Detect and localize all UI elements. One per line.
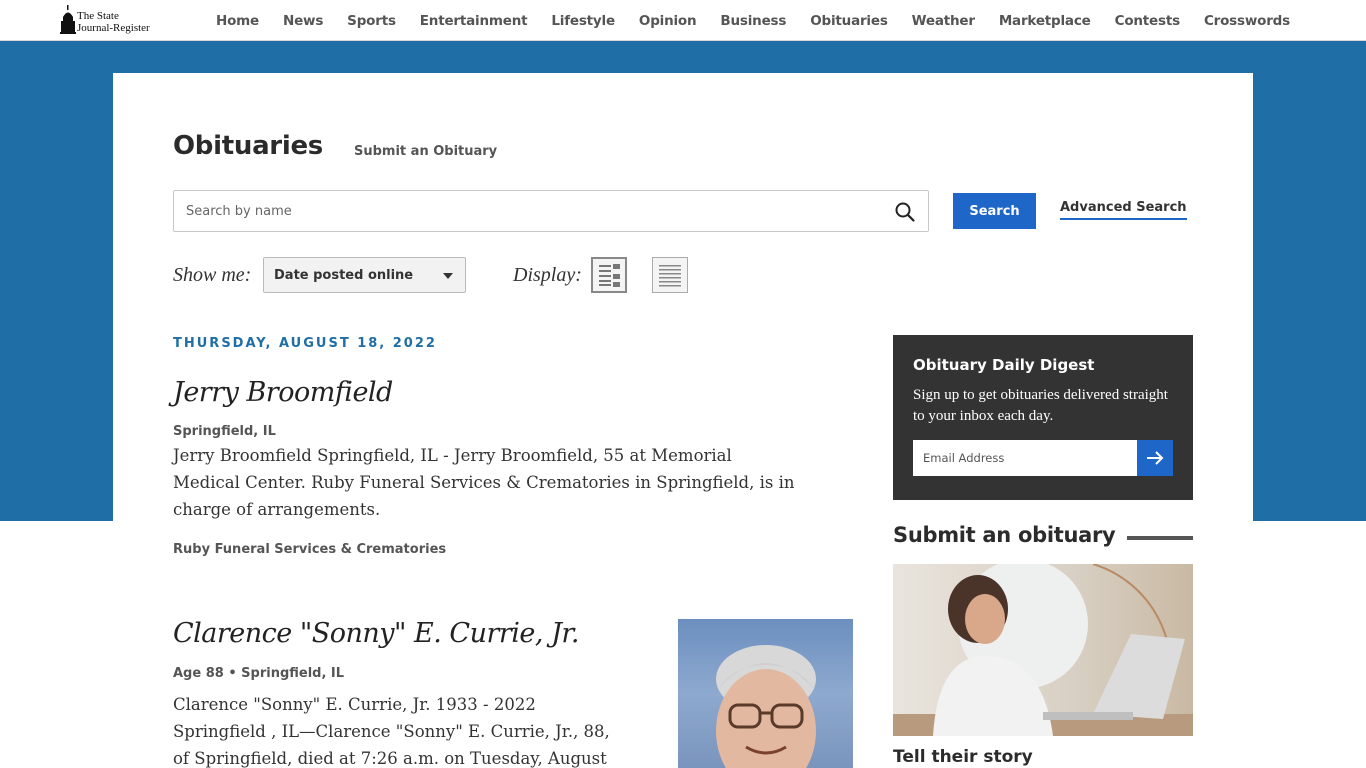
search-input[interactable] [186, 201, 876, 221]
nav-home[interactable]: Home [216, 13, 259, 29]
nav-entertainment[interactable]: Entertainment [420, 13, 528, 29]
show-me-label: Show me: [173, 264, 252, 286]
nav-contests[interactable]: Contests [1115, 13, 1181, 29]
submit-obituary-heading: Submit an obituary [893, 523, 1116, 547]
email-field[interactable] [913, 440, 1137, 476]
date-heading: THURSDAY, AUGUST 18, 2022 [173, 336, 437, 351]
woman-at-laptop-image [893, 564, 1193, 736]
email-submit-button[interactable] [1137, 440, 1173, 476]
nav-obituaries[interactable]: Obituaries [810, 13, 888, 29]
nav-opinion[interactable]: Opinion [639, 13, 697, 29]
nav-marketplace[interactable]: Marketplace [999, 13, 1091, 29]
nav-business[interactable]: Business [720, 13, 786, 29]
obit-location: Springfield, IL [173, 424, 276, 439]
display-grid-button[interactable] [591, 257, 627, 293]
nav-lifestyle[interactable]: Lifestyle [551, 13, 615, 29]
digest-title: Obituary Daily Digest [913, 356, 1095, 374]
caret-down-icon [443, 273, 453, 279]
obit-summary: Jerry Broomfield Springfield, IL - Jerry… [173, 446, 795, 519]
submit-obituary-link[interactable]: Submit an Obituary [354, 144, 497, 159]
obit-location: Age 88 • Springfield, IL [173, 666, 345, 681]
nav-links: Home News Sports Entertainment Lifestyle… [216, 0, 1314, 41]
site-name-line-1: The State [77, 10, 119, 22]
digest-description: Sign up to get obituaries delivered stra… [913, 387, 1168, 424]
nav-weather[interactable]: Weather [912, 13, 975, 29]
obit-name-link[interactable]: Clarence "Sonny" E. Currie, Jr. [173, 618, 579, 649]
nav-crosswords[interactable]: Crosswords [1204, 13, 1290, 29]
heading-rule [1127, 536, 1193, 540]
search-box [173, 190, 929, 232]
portrait-image [716, 645, 816, 768]
obit-funeral-home: Ruby Funeral Services & Crematories [173, 542, 447, 557]
obit-photo[interactable] [678, 619, 853, 768]
capitol-dome-icon [60, 5, 76, 34]
top-navigation: The State Journal-Register Home News Spo… [0, 0, 1366, 41]
display-list-button[interactable] [652, 257, 688, 293]
obit-summary: Clarence "Sonny" E. Currie, Jr. 1933 - 2… [173, 695, 610, 768]
show-me-selected-value: Date posted online [274, 268, 414, 283]
nav-news[interactable]: News [283, 13, 323, 29]
arrow-right-icon [1147, 451, 1164, 465]
grid-list-icon [599, 264, 620, 287]
obituaries-card: Obituaries Submit an Obituary Search Adv… [113, 73, 1253, 768]
advanced-search-link[interactable]: Advanced Search [1060, 200, 1187, 220]
submit-obituary-image[interactable] [893, 564, 1193, 736]
promo-tagline: Tell their story [893, 747, 1033, 767]
site-logo[interactable]: The State Journal-Register [60, 5, 160, 37]
site-name: The State Journal-Register [77, 10, 150, 34]
nav-sports[interactable]: Sports [347, 13, 396, 29]
list-icon [659, 265, 681, 287]
show-me-select[interactable]: Date posted online [263, 257, 466, 293]
search-button[interactable]: Search [953, 193, 1036, 229]
search-icon[interactable] [894, 201, 916, 223]
obituary-digest-signup: Obituary Daily Digest Sign up to get obi… [893, 335, 1193, 500]
obit-name-link[interactable]: Jerry Broomfield [173, 377, 393, 408]
display-label: Display: [513, 264, 582, 286]
site-name-line-2: Journal-Register [77, 22, 150, 34]
page-title: Obituaries [173, 131, 323, 161]
